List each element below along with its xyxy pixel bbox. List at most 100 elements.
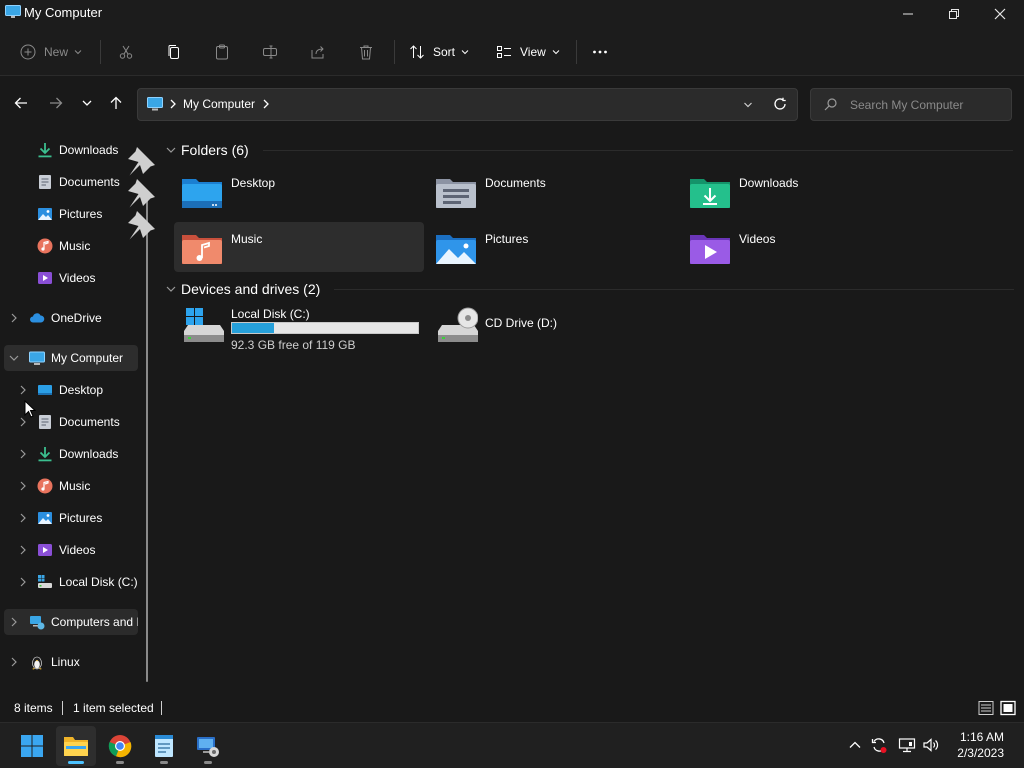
sidebar-item-videos[interactable]: Videos [37, 265, 95, 291]
taskbar-chrome[interactable] [100, 726, 140, 766]
computer-icon [29, 350, 45, 366]
chevron-right-icon[interactable] [19, 449, 27, 459]
share-button[interactable] [310, 38, 326, 66]
folders-group-header[interactable]: Folders (6) [166, 140, 249, 160]
sidebar-item-downloads[interactable]: Downloads [37, 137, 118, 163]
drive-tile-local-disk-c[interactable]: Local Disk (C:) 92.3 GB free of 119 GB [174, 306, 424, 356]
chevron-right-icon[interactable] [19, 385, 27, 395]
share-icon [311, 46, 324, 59]
view-button[interactable]: View [496, 38, 560, 66]
copy-icon [168, 45, 179, 59]
documents-folder-icon [436, 179, 476, 208]
chevron-right-icon[interactable] [19, 417, 27, 427]
sidebar-item-local-disk[interactable]: Local Disk (C:) [37, 569, 138, 595]
taskbar-remote-desktop[interactable] [188, 726, 228, 766]
refresh-icon[interactable] [773, 97, 787, 111]
chevron-right-icon[interactable] [19, 481, 27, 491]
sidebar-item-pc-music[interactable]: Music [37, 473, 90, 499]
sidebar-item-network[interactable]: Computers and I [29, 609, 138, 635]
remote-desktop-icon [197, 737, 219, 757]
sidebar-item-label: Videos [59, 543, 96, 557]
sidebar-item-documents[interactable]: Documents [37, 169, 120, 195]
cd-drive-icon [438, 307, 478, 342]
cloud-icon [29, 310, 45, 326]
folder-tile-downloads[interactable]: Downloads [682, 166, 932, 216]
folder-tile-music[interactable]: Music [174, 222, 424, 272]
sidebar-scrollbar[interactable] [146, 194, 148, 682]
folder-tile-pictures[interactable]: Pictures [428, 222, 678, 272]
folder-tile-documents[interactable]: Documents [428, 166, 678, 216]
drive-free-space: 92.3 GB free of 119 GB [231, 338, 356, 352]
details-view-icon[interactable] [978, 700, 994, 716]
up-button[interactable] [105, 92, 127, 114]
chevron-right-icon[interactable] [10, 313, 18, 323]
breadcrumb-separator-icon[interactable] [262, 99, 270, 109]
paste-button[interactable] [214, 38, 230, 66]
sidebar-item-label: Videos [59, 271, 96, 285]
more-button[interactable] [592, 38, 608, 66]
tray-network[interactable] [898, 736, 916, 754]
sidebar-item-onedrive[interactable]: OneDrive [29, 305, 102, 331]
downloads-folder-icon [690, 179, 730, 208]
new-button[interactable]: New [20, 38, 82, 66]
breadcrumb-my-computer[interactable]: My Computer [183, 97, 255, 111]
sidebar-item-pc-downloads[interactable]: Downloads [37, 441, 118, 467]
chevron-right-icon[interactable] [19, 513, 27, 523]
sidebar-item-pc-documents[interactable]: Documents [37, 409, 120, 435]
pictures-folder-icon [436, 235, 476, 264]
sidebar-item-my-computer[interactable]: My Computer [29, 345, 123, 371]
back-button[interactable] [10, 92, 32, 114]
folder-tile-videos[interactable]: Videos [682, 222, 932, 272]
address-bar[interactable]: My Computer [137, 88, 798, 121]
tray-overflow-button[interactable] [846, 736, 864, 754]
tiles-view-icon[interactable] [1000, 700, 1016, 716]
sidebar-item-music[interactable]: Music [37, 233, 90, 259]
sidebar-item-desktop[interactable]: Desktop [37, 377, 103, 403]
folder-tile-desktop[interactable]: Desktop [174, 166, 424, 216]
recent-locations-button[interactable] [76, 92, 98, 114]
tray-volume[interactable] [922, 736, 940, 754]
chevron-right-icon[interactable] [10, 657, 18, 667]
close-button[interactable] [977, 0, 1023, 28]
windows-drive-icon [184, 308, 224, 342]
chevron-right-icon[interactable] [19, 577, 27, 587]
search-input[interactable] [850, 97, 1000, 113]
taskbar-notepad[interactable] [144, 726, 184, 766]
chevron-right-icon[interactable] [10, 617, 18, 627]
sidebar-item-label: Documents [59, 175, 120, 189]
sort-button[interactable]: Sort [409, 38, 469, 66]
folder-name: Videos [739, 232, 776, 246]
sidebar-item-label: Pictures [59, 207, 103, 221]
sidebar-item-pc-pictures[interactable]: Pictures [37, 505, 102, 531]
sidebar-item-pictures[interactable]: Pictures [37, 201, 102, 227]
sidebar-item-label: Downloads [59, 143, 119, 157]
drives-group-header[interactable]: Devices and drives (2) [166, 279, 320, 299]
forward-button[interactable] [45, 92, 67, 114]
downloads-icon [37, 446, 53, 462]
tray-sync[interactable] [870, 736, 888, 754]
plus-circle-icon [20, 44, 36, 60]
linux-penguin-icon [29, 654, 45, 670]
search-box[interactable] [810, 88, 1012, 121]
chevron-down-icon[interactable] [9, 353, 19, 363]
sidebar-item-label: Pictures [59, 511, 103, 525]
sidebar-item-linux[interactable]: Linux [29, 649, 80, 675]
minimize-button[interactable] [885, 0, 931, 28]
delete-button[interactable] [358, 38, 374, 66]
view-label: View [520, 45, 546, 59]
sidebar-item-pc-videos[interactable]: Videos [37, 537, 95, 563]
drive-tile-cd-drive-d[interactable]: CD Drive (D:) [428, 306, 678, 356]
search-icon [824, 98, 837, 111]
cut-button[interactable] [118, 38, 134, 66]
computer-icon [5, 5, 21, 18]
copy-button[interactable] [166, 38, 182, 66]
address-history-dropdown-icon[interactable] [743, 100, 753, 110]
rename-button[interactable] [262, 38, 278, 66]
chevron-right-icon[interactable] [19, 545, 27, 555]
drives-group-title: Devices and drives (2) [181, 281, 321, 297]
taskbar-file-explorer[interactable] [56, 726, 96, 766]
maximize-button[interactable] [931, 0, 977, 28]
taskbar-clock[interactable]: 1:16 AM 2/3/2023 [957, 729, 1004, 761]
start-button[interactable] [12, 726, 52, 766]
chevron-down-icon [461, 50, 469, 55]
